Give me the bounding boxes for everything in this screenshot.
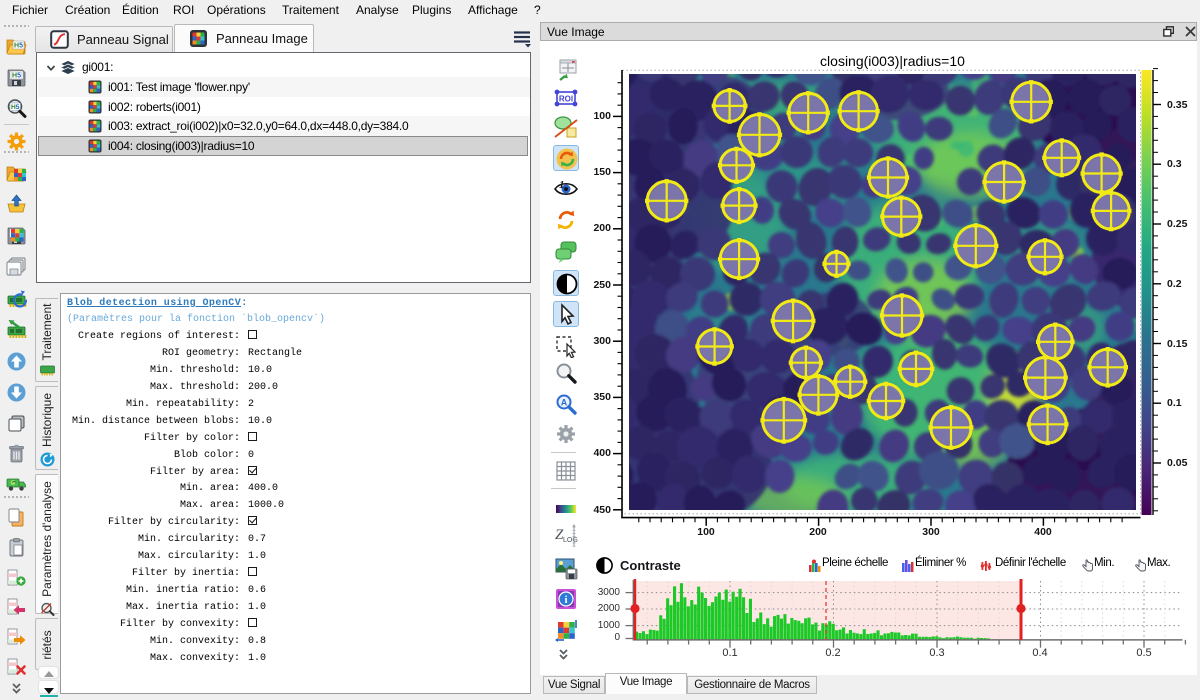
svg-text:1: 1 xyxy=(559,179,565,191)
svg-text:H5: H5 xyxy=(11,104,20,111)
svg-text:H5: H5 xyxy=(14,43,23,50)
svg-text:A: A xyxy=(561,398,568,408)
svg-text:LOG: LOG xyxy=(563,537,578,544)
svg-text:ROI: ROI xyxy=(559,95,573,104)
svg-text:H5: H5 xyxy=(12,73,21,80)
svg-text:i: i xyxy=(564,594,567,606)
